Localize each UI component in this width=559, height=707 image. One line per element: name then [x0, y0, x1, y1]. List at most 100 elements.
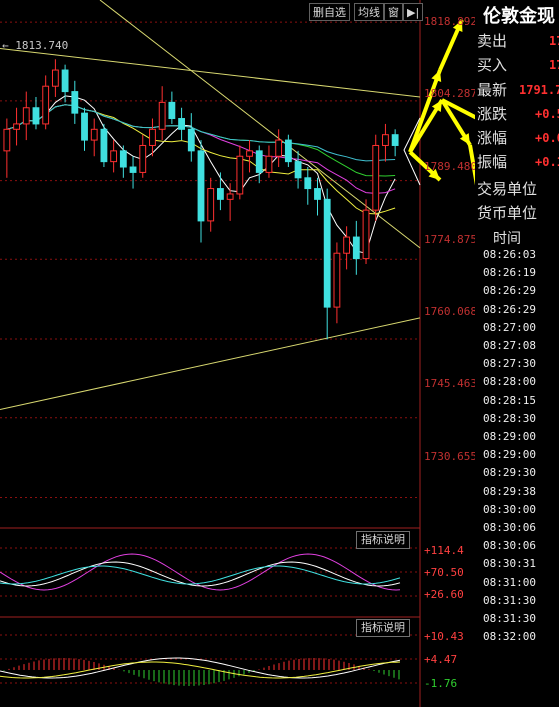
- candle: [255, 150, 263, 173]
- last-label: 最新: [477, 81, 508, 99]
- sell-value: 17: [549, 34, 559, 48]
- indicator1-tick: +26.60: [424, 588, 464, 601]
- price-tick: 1804.287: [424, 87, 477, 100]
- candle: [81, 112, 88, 141]
- candle: [382, 134, 389, 146]
- candle: [236, 155, 244, 195]
- instrument-title: 伦敦金现: [483, 6, 555, 27]
- time-column-header: 时间: [493, 231, 521, 247]
- buy-value: 17: [549, 58, 559, 72]
- candle: [90, 128, 98, 141]
- tick-time: 08:30:00: [483, 502, 536, 516]
- price-tick: 1774.875: [424, 233, 477, 246]
- tick-time: 08:27:30: [483, 357, 536, 371]
- candle: [22, 107, 30, 125]
- tick-time: 08:31:30: [483, 593, 536, 607]
- candle: [197, 150, 205, 222]
- tick-time: 08:29:38: [483, 484, 536, 498]
- candle: [391, 134, 399, 146]
- favorites-delete-button[interactable]: 删自选: [309, 3, 350, 21]
- price-tick: 1730.655: [424, 450, 477, 463]
- tick-time: 08:26:03: [483, 248, 536, 261]
- candle: [32, 107, 40, 125]
- buy-label: 买入: [477, 56, 508, 74]
- change-pct-label: 涨幅: [477, 129, 508, 147]
- candle: [207, 188, 215, 222]
- candle: [352, 236, 360, 260]
- indicator1-tick: +114.4: [424, 544, 464, 557]
- candle: [129, 166, 137, 173]
- candle: [3, 128, 11, 152]
- indicator-help-button[interactable]: 指标说明: [356, 619, 410, 637]
- tick-time: 08:28:30: [483, 411, 536, 425]
- candle: [100, 128, 108, 163]
- tick-time: 08:28:00: [483, 375, 536, 389]
- candle: [323, 198, 331, 308]
- tick-time: 08:26:19: [483, 266, 536, 280]
- tick-time: 08:30:31: [483, 557, 536, 571]
- tick-time: 08:26:29: [483, 302, 536, 316]
- expand-panel-button[interactable]: ▶|: [403, 3, 424, 21]
- tick-time: 08:29:00: [483, 448, 536, 462]
- candle: [217, 188, 224, 200]
- candle: [314, 188, 321, 200]
- candle: [168, 101, 176, 120]
- candle: [294, 161, 302, 179]
- tick-time: 08:31:30: [483, 612, 536, 625]
- currency-unit-label: 货币单位: [477, 204, 538, 222]
- candle: [61, 69, 69, 93]
- amplitude-value: +0.1: [535, 155, 559, 169]
- sell-label: 卖出: [477, 32, 508, 50]
- candle: [139, 144, 147, 173]
- candle: [13, 123, 20, 130]
- moving-average-button[interactable]: 均线: [354, 3, 384, 21]
- candle: [372, 144, 380, 211]
- tick-time: 08:28:15: [483, 393, 536, 407]
- candle: [42, 85, 50, 125]
- high-price-marker: ← 1813.740: [2, 39, 69, 52]
- price-tick: 1745.463: [424, 377, 477, 390]
- indicator1-tick: +70.50: [424, 566, 464, 579]
- quote-panel: 伦敦金现 卖出 17 买入 17 最新 1791.7 涨跌 +0.5 涨幅 +0…: [475, 0, 559, 707]
- candle: [149, 128, 156, 146]
- candle: [119, 150, 127, 168]
- tick-time: 08:27:08: [483, 339, 536, 352]
- candle: [178, 118, 185, 130]
- change-value: +0.5: [535, 107, 559, 121]
- candle: [71, 91, 79, 114]
- indicator-help-button[interactable]: 指标说明: [356, 531, 410, 549]
- tick-time: 08:26:29: [483, 284, 536, 298]
- indicator2-tick: +4.47: [424, 653, 458, 666]
- indicator2-tick: -1.76: [424, 677, 458, 690]
- change-pct-value: +0.0: [535, 131, 559, 145]
- tick-time: 08:27:00: [483, 320, 536, 334]
- price-tick: 1789.480: [424, 160, 477, 173]
- price-tick: 1818.892: [424, 15, 477, 28]
- tick-time: 08:30:06: [483, 539, 536, 553]
- candle: [284, 139, 292, 163]
- candle: [226, 193, 234, 200]
- candle: [343, 236, 351, 254]
- trade-unit-label: 交易单位: [477, 180, 538, 198]
- candle: [51, 69, 59, 87]
- tick-time: 08:32:00: [483, 630, 536, 644]
- amplitude-label: 振幅: [477, 153, 508, 171]
- candle: [362, 209, 370, 260]
- change-label: 涨跌: [477, 105, 508, 123]
- candle: [246, 150, 253, 157]
- indicator2-tick: +10.43: [424, 630, 464, 643]
- window-button[interactable]: 窗: [384, 3, 403, 21]
- candle: [304, 177, 312, 190]
- tick-time: 08:29:30: [483, 466, 536, 480]
- last-value: 1791.7: [519, 83, 559, 97]
- candle: [187, 128, 195, 152]
- price-tick: 1760.068: [424, 305, 477, 318]
- candle: [110, 150, 118, 163]
- candle: [275, 139, 283, 157]
- tick-time: 08:31:00: [483, 575, 536, 589]
- tick-time: 08:29:00: [483, 430, 536, 443]
- tick-time: 08:30:06: [483, 521, 536, 534]
- chart-background: [0, 0, 420, 707]
- candle: [158, 101, 166, 130]
- candle: [265, 155, 273, 173]
